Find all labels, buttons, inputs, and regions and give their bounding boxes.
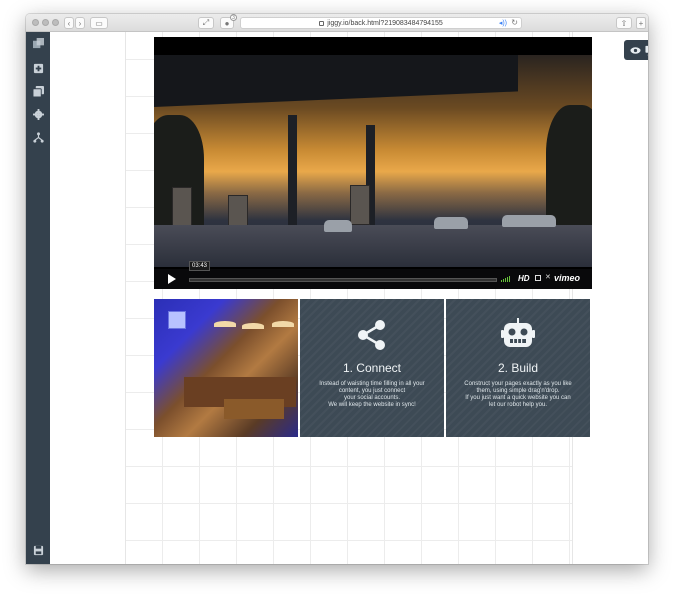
video-player[interactable]: 03:43 HD ✕ vimeo xyxy=(154,37,592,289)
pages-icon[interactable] xyxy=(31,84,45,98)
description-line: Construct your pages exactly as you like xyxy=(464,381,572,387)
layout-icon[interactable] xyxy=(31,36,45,50)
chevron-right-icon: › xyxy=(78,18,82,28)
new-tab-button[interactable]: + xyxy=(636,17,646,29)
description-line: let our robot help you. xyxy=(488,402,548,408)
tile-description: Instead of waisting time filling in all … xyxy=(308,381,436,409)
chevron-left-icon: ‹ xyxy=(67,18,71,28)
description-line: We will keep the website in sync! xyxy=(328,402,416,408)
vimeo-logo[interactable]: vimeo xyxy=(554,273,580,283)
back-button[interactable]: ‹ xyxy=(64,17,74,29)
sitemap-icon[interactable] xyxy=(31,130,45,144)
minimize-window-button[interactable] xyxy=(42,19,49,26)
tab-count-badge: 3 xyxy=(230,14,237,21)
editor-sidebar xyxy=(26,32,50,564)
editor-canvas: 03:43 HD ✕ vimeo 1. Connect Instead of w… xyxy=(50,32,648,564)
address-bar[interactable]: jiggy.io/back.html?219083484794155 ◂)) ↻ xyxy=(240,17,522,29)
progress-bar[interactable] xyxy=(189,278,497,282)
ghostery-button[interactable]: ● 3 xyxy=(220,14,237,29)
settings-icon[interactable] xyxy=(31,107,45,121)
browser-toolbar: ‹ › ▭ ⤢ ● 3 jiggy.io/back.html?219083484… xyxy=(26,14,648,32)
ghost-icon: ● xyxy=(224,18,230,28)
description-line: your social accounts. xyxy=(343,395,401,401)
forward-button[interactable]: › xyxy=(75,17,85,29)
plus-icon: + xyxy=(638,18,644,28)
description-line: If you just want a quick website you can xyxy=(465,395,571,401)
preview-toggle[interactable] xyxy=(624,40,648,60)
build-tile[interactable]: 2. Build Construct your pages exactly as… xyxy=(446,299,590,437)
fullscreen-icon[interactable]: ✕ xyxy=(545,273,551,281)
extensions-button[interactable]: ⤢ xyxy=(198,17,214,29)
lock-icon xyxy=(319,20,325,26)
share-icon xyxy=(358,320,385,350)
video-frame xyxy=(154,55,592,267)
desktop-icon[interactable] xyxy=(645,45,648,56)
zoom-window-button[interactable] xyxy=(52,19,59,26)
video-time: 03:43 xyxy=(189,261,211,271)
robot-icon xyxy=(501,318,535,347)
connect-tile[interactable]: 1. Connect Instead of waisting time fill… xyxy=(300,299,444,437)
eye-icon[interactable] xyxy=(630,45,641,56)
reload-icon[interactable]: ↻ xyxy=(511,18,518,27)
play-button[interactable] xyxy=(168,274,176,284)
hd-button[interactable]: HD xyxy=(518,274,530,283)
description-line: them, using simple drag'n'drop. xyxy=(476,388,560,394)
sidebar-icon: ▭ xyxy=(95,18,103,28)
volume-bars[interactable] xyxy=(501,276,510,282)
description-line: content, you just connect xyxy=(338,388,406,394)
watch-later-icon[interactable] xyxy=(535,275,541,281)
description-line: Instead of waisting time filling in all … xyxy=(319,381,425,387)
tile-title: 2. Build xyxy=(497,361,539,375)
sidebar-toggle-button[interactable]: ▭ xyxy=(90,17,108,29)
expand-icon: ⤢ xyxy=(202,18,210,27)
browser-window: ‹ › ▭ ⤢ ● 3 jiggy.io/back.html?219083484… xyxy=(26,14,648,564)
share-button[interactable]: ⇧ xyxy=(616,17,632,29)
video-controls: 03:43 HD ✕ vimeo xyxy=(154,261,592,289)
tile-description: Construct your pages exactly as you like… xyxy=(454,381,582,409)
share-box-icon: ⇧ xyxy=(620,18,628,28)
restaurant-photo-tile[interactable] xyxy=(154,299,298,437)
audio-icon[interactable]: ◂)) xyxy=(499,19,507,27)
tile-title: 1. Connect xyxy=(342,361,402,375)
save-icon[interactable] xyxy=(31,543,45,557)
close-window-button[interactable] xyxy=(32,19,39,26)
add-block-icon[interactable] xyxy=(31,61,45,75)
url-text: jiggy.io/back.html?219083484794155 xyxy=(327,19,443,27)
